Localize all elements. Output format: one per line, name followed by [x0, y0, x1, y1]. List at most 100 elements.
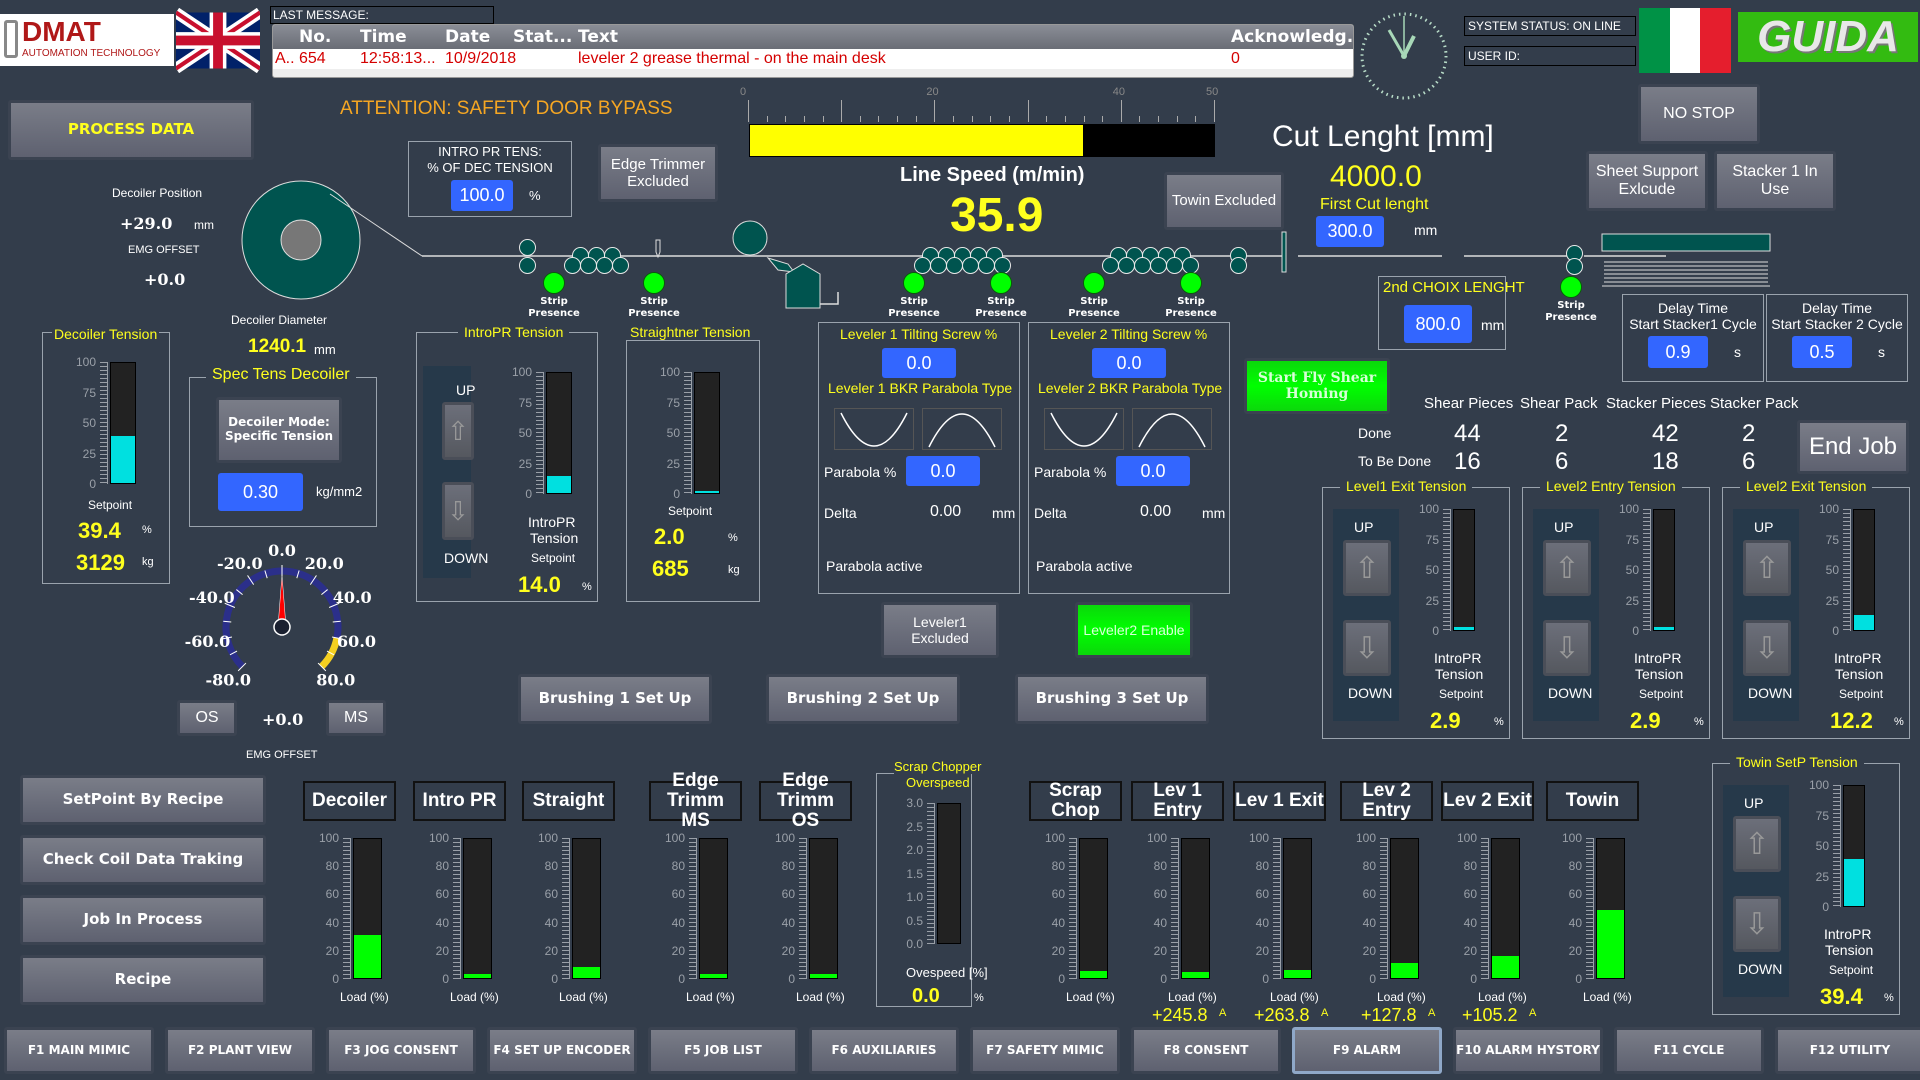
emg-offset-label: EMG OFFSET	[128, 244, 200, 256]
load-fill	[810, 973, 837, 978]
load-current-value: +127.8	[1361, 1005, 1417, 1025]
spec-tens-title: Spec Tens Decoiler	[206, 366, 356, 384]
setpoint-recipe-button[interactable]: SetPoint By Recipe	[20, 775, 266, 825]
strip-presence-label: Strip Presence	[1165, 296, 1217, 319]
load-label: Load (%)	[450, 990, 499, 1004]
emg-offset-value: +0.0	[144, 270, 186, 289]
job-in-process-button[interactable]: Job In Process	[20, 895, 266, 945]
tension-down-button[interactable]: ⇩	[1733, 896, 1781, 952]
fkey-button[interactable]: F11 CYCLE	[1614, 1027, 1764, 1074]
speed-tick	[1046, 116, 1048, 122]
tension-up-button[interactable]: ⇧	[1733, 816, 1781, 872]
fkey-button[interactable]: F7 SAFETY MIMIC	[970, 1027, 1120, 1074]
ms-button[interactable]: MS	[326, 700, 386, 736]
col-status[interactable]: Stat...	[513, 27, 572, 47]
fkey-button[interactable]: F3 JOG CONSENT	[326, 1027, 476, 1074]
decoiler-mode-button[interactable]: Decoiler Mode: Specific Tension	[216, 397, 342, 463]
load-bar	[463, 838, 492, 979]
intropr-up-button[interactable]: ⇧	[442, 402, 474, 460]
process-data-button[interactable]: PROCESS DATA	[8, 100, 254, 160]
fkey-button[interactable]: F4 SET UP ENCODER	[487, 1027, 637, 1074]
tension-down-button[interactable]: ⇩	[1743, 620, 1791, 676]
counter-value: 6	[1555, 448, 1569, 475]
parabola-input[interactable]: 0.0	[1116, 456, 1190, 486]
fkey-button[interactable]: F8 CONSENT	[1131, 1027, 1281, 1074]
scale-label: 80	[1255, 859, 1269, 874]
parabola-label: Parabola %	[1034, 464, 1107, 480]
leveler-tilt-input[interactable]: 0.0	[1092, 348, 1166, 378]
load-ticks	[1171, 838, 1179, 979]
os-button[interactable]: OS	[177, 700, 237, 736]
fkey-button[interactable]: F10 ALARM HYSTORY	[1453, 1027, 1603, 1074]
intropr-down-button[interactable]: ⇩	[442, 482, 474, 540]
roll-icon	[612, 257, 629, 274]
stacker-delay-input[interactable]: 0.5	[1792, 336, 1852, 368]
col-ack[interactable]: Acknowledg...	[1231, 27, 1353, 47]
parabola-concave-button[interactable]	[834, 408, 914, 450]
scale-label: 40	[325, 915, 339, 930]
italy-flag-icon[interactable]	[1639, 8, 1732, 73]
scale-label: 80	[781, 859, 795, 874]
col-no[interactable]: No.	[299, 27, 331, 47]
no-stop-button[interactable]: NO STOP	[1638, 84, 1760, 144]
uk-flag-icon[interactable]	[172, 7, 264, 74]
brushing1-button[interactable]: Brushing 1 Set Up	[518, 674, 712, 724]
load-current-unit: A	[1219, 1007, 1227, 1019]
fkey-button[interactable]: F2 PLANT VIEW	[165, 1027, 315, 1074]
col-time[interactable]: Time	[360, 27, 407, 47]
delta-label: Delta	[824, 505, 857, 521]
scale-label: 40	[544, 915, 558, 930]
stacker-delay-input[interactable]: 0.9	[1648, 336, 1708, 368]
parabola-input[interactable]: 0.0	[906, 456, 980, 486]
leveler2-enable-button[interactable]: Leveler2 Enable	[1075, 602, 1193, 658]
decoiler-diameter-label: Decoiler Diameter	[231, 313, 328, 327]
alarm-table[interactable]: No. Time Date Stat... Text Acknowledg...…	[272, 24, 1354, 78]
scale-label: 25	[1825, 593, 1839, 608]
intropr-tension-ticks	[536, 372, 544, 494]
end-job-button[interactable]: End Job	[1797, 420, 1909, 474]
leveler-tilt-title: Leveler 1 Tilting Screw %	[840, 326, 998, 342]
leveler-tilt-input[interactable]: 0.0	[882, 348, 956, 378]
tension-unit: %	[1884, 992, 1894, 1004]
tension-up-button[interactable]: ⇧	[1543, 540, 1591, 596]
scale-label: 20	[1051, 943, 1065, 958]
check-coil-button[interactable]: Check Coil Data Traking	[20, 835, 266, 885]
scale-label: 0	[442, 972, 449, 986]
speed-tick	[1102, 116, 1104, 122]
tension-up-button[interactable]: ⇧	[1743, 540, 1791, 596]
brushing3-button[interactable]: Brushing 3 Set Up	[1015, 674, 1209, 724]
scale-label: 100	[1561, 831, 1582, 845]
brushing2-button[interactable]: Brushing 2 Set Up	[766, 674, 960, 724]
tension-panel-title: Level1 Exit Tension	[1340, 478, 1473, 494]
load-bar	[1079, 838, 1108, 979]
parabola-concave-button[interactable]	[1044, 408, 1124, 450]
stacker-delay-title: Delay Time	[1657, 300, 1729, 316]
tension-ticks	[1643, 509, 1651, 631]
spec-tens-input[interactable]: 0.30	[218, 473, 303, 511]
fkey-button[interactable]: F9 ALARM	[1292, 1027, 1442, 1074]
tension-up-button[interactable]: ⇧	[1343, 540, 1391, 596]
second-choix-input[interactable]: 800.0	[1404, 305, 1472, 343]
parabola-convex-button[interactable]	[1132, 408, 1212, 450]
speed-tick	[915, 116, 917, 122]
col-date[interactable]: Date	[445, 27, 490, 47]
col-text[interactable]: Text	[578, 27, 618, 47]
alarm-row[interactable]: A.. 654 12:58:13... 10/9/2018 leveler 2 …	[273, 49, 1353, 69]
scale-label: 0	[1822, 900, 1829, 914]
straightner-pct-unit: %	[728, 532, 738, 544]
scale-label: 60	[1051, 887, 1065, 902]
fkey-button[interactable]: F1 MAIN MIMIC	[4, 1027, 154, 1074]
fkey-button[interactable]: F12 UTILITY	[1775, 1027, 1920, 1074]
tension-down-button[interactable]: ⇩	[1543, 620, 1591, 676]
parabola-convex-icon	[1138, 413, 1206, 448]
fkey-button[interactable]: F6 AUXILIARIES	[809, 1027, 959, 1074]
intropr-tension-title: IntroPR Tension	[458, 324, 570, 340]
tension-down-button[interactable]: ⇩	[1343, 620, 1391, 676]
parabola-convex-button[interactable]	[922, 408, 1002, 450]
start-fly-shear-button[interactable]: Start Fly Shear Homing	[1244, 358, 1390, 414]
recipe-button[interactable]: Recipe	[20, 955, 266, 1005]
intropr-down-label: DOWN	[444, 550, 489, 566]
leveler1-excluded-button[interactable]: Leveler1 Excluded	[881, 602, 999, 658]
fkey-button[interactable]: F5 JOB LIST	[648, 1027, 798, 1074]
intropr-unit: %	[582, 581, 592, 593]
